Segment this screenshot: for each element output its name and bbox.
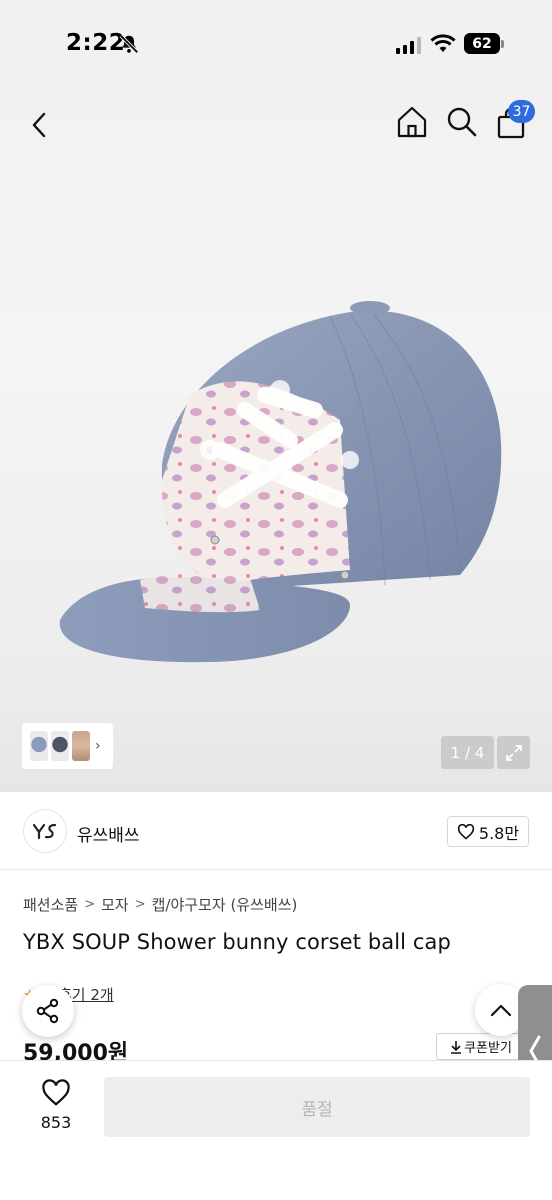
battery-level: 62 bbox=[472, 35, 492, 52]
status-bar: 2:22 62 bbox=[0, 0, 552, 90]
share-button[interactable] bbox=[22, 985, 74, 1037]
chevron-up-icon bbox=[490, 1004, 512, 1017]
brand-like-button[interactable]: 5.8만 bbox=[447, 816, 529, 847]
expand-icon bbox=[505, 744, 522, 761]
wishlist-button[interactable]: 853 bbox=[28, 1079, 84, 1132]
brand-row[interactable]: 유쓰배쓰 5.8만 bbox=[0, 792, 552, 870]
brand-logo[interactable] bbox=[23, 809, 67, 853]
signal-icon bbox=[396, 36, 421, 54]
brand-name[interactable]: 유쓰배쓰 bbox=[77, 821, 140, 846]
bottom-action-bar: 853 품절 bbox=[0, 1060, 552, 1200]
wishlist-count: 853 bbox=[40, 1113, 72, 1132]
brand-logo-mark bbox=[32, 823, 57, 840]
status-time: 2:22 bbox=[66, 30, 126, 56]
battery-cap bbox=[501, 40, 504, 48]
product-title: YBX SOUP Shower bunny corset ball cap bbox=[23, 930, 451, 954]
search-icon bbox=[447, 107, 477, 137]
product-gallery[interactable]: 37 › 1 / 4 bbox=[0, 90, 552, 792]
back-chevron-icon bbox=[32, 112, 46, 138]
page-indicator: 1 / 4 bbox=[441, 736, 494, 769]
expand-button[interactable] bbox=[497, 736, 530, 769]
brand-like-count: 5.8만 bbox=[478, 823, 520, 843]
wifi-icon bbox=[430, 34, 456, 52]
thumbnail-strip[interactable]: › bbox=[22, 723, 113, 769]
heart-icon bbox=[457, 823, 474, 840]
soldout-button[interactable]: 품절 bbox=[104, 1077, 530, 1137]
breadcrumb-chevron-icon: > bbox=[134, 897, 146, 912]
back-button[interactable] bbox=[22, 108, 56, 142]
breadcrumb-item[interactable]: 패션소품 bbox=[23, 894, 78, 915]
home-icon bbox=[397, 106, 427, 138]
cart-count-badge: 37 bbox=[508, 100, 535, 123]
coupon-button[interactable]: 쿠폰받기 bbox=[436, 1033, 526, 1060]
breadcrumb-item[interactable]: 모자 bbox=[101, 894, 129, 915]
thumbnail-1[interactable] bbox=[30, 731, 48, 761]
home-button[interactable] bbox=[394, 104, 430, 140]
coupon-label: 쿠폰받기 bbox=[464, 1041, 512, 1056]
search-button[interactable] bbox=[444, 104, 480, 140]
product-image[interactable] bbox=[50, 290, 510, 690]
share-icon bbox=[36, 998, 59, 1024]
thumbnail-more-chevron-icon[interactable]: › bbox=[95, 738, 101, 754]
heart-icon bbox=[42, 1079, 70, 1106]
breadcrumb-item[interactable]: 캡/야구모자 (유쓰배쓰) bbox=[152, 894, 298, 915]
breadcrumb-chevron-icon: > bbox=[84, 897, 96, 912]
battery-icon: 62 bbox=[464, 33, 500, 54]
thumbnail-2[interactable] bbox=[51, 731, 69, 761]
bell-slash-icon bbox=[119, 34, 139, 54]
thumbnail-3[interactable] bbox=[72, 731, 90, 761]
breadcrumb: 패션소품 > 모자 > 캡/야구모자 (유쓰배쓰) bbox=[23, 894, 297, 915]
download-icon bbox=[451, 1040, 462, 1054]
